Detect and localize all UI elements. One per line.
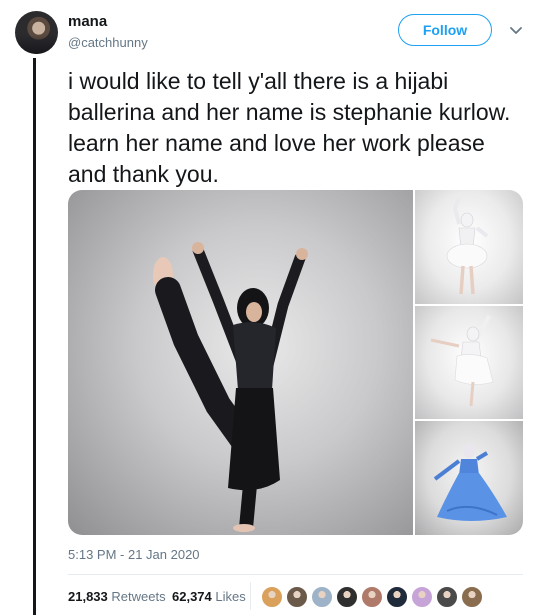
chevron-down-icon[interactable] [509,24,523,38]
photo-main[interactable] [68,190,413,535]
author-handle[interactable]: @catchhunny [68,35,148,50]
liker-avatar[interactable] [386,586,408,608]
thread-line [33,58,36,615]
avatar-shade [15,34,58,54]
tweet-text: i would like to tell y'all there is a hi… [68,68,511,187]
media-grid [68,190,523,535]
dancer-figure-white-tutu [446,197,489,295]
stats-divider [68,574,523,575]
author-display-name[interactable]: mana [68,13,107,30]
author-avatar[interactable] [15,11,58,54]
retweets-count: 21,833 [68,589,108,604]
liker-avatar[interactable] [311,586,333,608]
liker-avatar[interactable] [286,586,308,608]
liker-avatar[interactable] [461,586,483,608]
likes-count: 62,374 [172,589,212,604]
photo-thumb-2[interactable] [415,306,523,419]
photo-thumb-1[interactable] [415,190,523,304]
retweets-label: Retweets [111,589,166,604]
likes-label: Likes [215,589,246,604]
liker-avatar[interactable] [261,586,283,608]
photo-thumb-3[interactable] [415,421,523,535]
likes-stat[interactable]: 62,374 Likes [172,589,246,604]
liker-avatar[interactable] [361,586,383,608]
tweet-timestamp[interactable]: 5:13 PM - 21 Jan 2020 [68,547,200,562]
liker-avatar[interactable] [436,586,458,608]
liker-avatar[interactable] [336,586,358,608]
dancer-figure-blue-dress [433,444,507,521]
dancer-figure-black [153,242,308,532]
dancer-figure-white-dress [430,315,494,407]
retweets-stat[interactable]: 21,833 Retweets [68,589,166,604]
follow-button[interactable]: Follow [398,14,492,46]
liker-avatar[interactable] [411,586,433,608]
stats-separator [250,582,251,610]
